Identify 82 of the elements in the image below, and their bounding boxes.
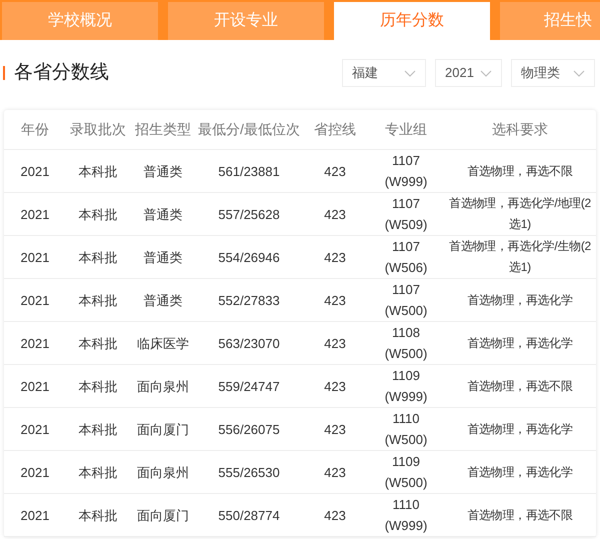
table-cell-text: 552/27833	[217, 292, 281, 310]
table-cell-text: 首选物理，再选不限	[466, 378, 574, 394]
tab[interactable]: 历年分数	[334, 2, 490, 40]
table-cell-text: 555/26530	[217, 464, 281, 482]
column-header: 年份	[20, 120, 50, 139]
table-cell-text: 2021	[20, 420, 50, 438]
table-cell-text: 首选物理，再选化学/生物(2选1)	[448, 238, 592, 276]
dropdown[interactable]: 福建	[342, 59, 426, 87]
table-cell-text: 1107 (W999)	[384, 152, 428, 191]
table-cell-text: 1110 (W500)	[384, 410, 428, 449]
tab[interactable]: 招生快	[500, 2, 600, 40]
table-cell-text: 本科批	[78, 248, 118, 266]
table-cell-text: 2021	[20, 206, 50, 224]
column-header: 最低分/最低位次	[197, 120, 301, 139]
table-cell-text: 561/23881	[217, 162, 281, 180]
table-cell-text: 423	[323, 248, 347, 266]
tab[interactable]: 学校概况	[2, 2, 158, 40]
accent-bar	[3, 66, 5, 80]
dropdown[interactable]: 物理类	[511, 59, 595, 87]
table-cell-text: 1107 (W506)	[384, 238, 428, 277]
column-header: 专业组	[384, 120, 428, 139]
table-cell-text: 1107 (W500)	[384, 281, 428, 320]
table-cell-text: 563/23070	[217, 334, 281, 352]
table-cell-text: 2021	[20, 378, 50, 396]
table-cell-text: 1110 (W999)	[384, 496, 428, 535]
table-cell-text: 本科批	[78, 162, 118, 180]
chevron-down-icon	[480, 70, 492, 76]
table-cell-text: 首选物理，再选化学/地理(2选1)	[448, 195, 592, 233]
table-cell-text: 550/28774	[217, 506, 281, 524]
table-cell-text: 1107 (W509)	[384, 195, 428, 234]
chevron-down-icon	[573, 70, 585, 76]
table-cell-text: 556/26075	[217, 420, 281, 438]
table-cell-text: 首选物理，再选化学	[466, 420, 574, 438]
table-cell-text: 2021	[20, 248, 50, 266]
table-cell-text: 本科批	[78, 420, 118, 438]
table-cell-text: 557/25628	[217, 206, 281, 224]
table-cell-text: 临床医学	[136, 334, 190, 352]
section-title: 各省分数线	[14, 60, 109, 85]
table-cell-text: 首选物理，再选不限	[466, 506, 574, 524]
table-cell-text: 普通类	[142, 206, 184, 224]
table-cell-text: 423	[323, 334, 347, 352]
table-cell-text: 423	[323, 464, 347, 482]
table-cell-text: 本科批	[78, 206, 118, 224]
table-cell-text: 423	[323, 206, 347, 224]
column-header: 选科要求	[491, 120, 549, 139]
table-cell-text: 554/26946	[217, 248, 281, 266]
column-header: 录取批次	[69, 120, 127, 139]
chevron-down-icon	[404, 70, 416, 76]
table-cell-text: 2021	[20, 506, 50, 524]
table-cell-text: 面向泉州	[136, 464, 190, 482]
dropdown[interactable]: 2021	[435, 59, 502, 87]
table-cell-text: 普通类	[142, 292, 184, 310]
table-cell-text: 1108 (W500)	[384, 324, 428, 363]
table-cell-text: 首选物理，再选化学	[466, 292, 574, 308]
table-cell-text: 423	[323, 420, 347, 438]
table-cell-text: 面向厦门	[136, 420, 190, 438]
table-cell-text: 普通类	[142, 162, 184, 180]
table-cell-text: 423	[323, 162, 347, 180]
table-cell-text: 1109 (W999)	[384, 367, 428, 406]
table-cell-text: 2021	[20, 162, 50, 180]
column-header: 招生类型	[134, 120, 192, 139]
table-cell-text: 423	[323, 292, 347, 310]
tab[interactable]: 开设专业	[168, 2, 324, 40]
table-cell-text: 首选物理，再选化学	[466, 334, 574, 352]
table-cell-text: 2021	[20, 334, 50, 352]
table-cell-text: 1109 (W500)	[384, 453, 428, 492]
table-cell-text: 423	[323, 506, 347, 524]
table-cell-text: 本科批	[78, 378, 118, 396]
table-cell-text: 2021	[20, 292, 50, 310]
table-cell-text: 普通类	[142, 248, 184, 266]
table-cell-text: 423	[323, 378, 347, 396]
table-cell-text: 本科批	[78, 334, 118, 352]
table-cell-text: 首选物理，再选不限	[466, 162, 574, 180]
table-cell-text: 首选物理，再选化学	[466, 464, 574, 480]
table-cell-text: 本科批	[78, 464, 118, 482]
table-cell-text: 2021	[20, 464, 50, 482]
table-cell-text: 面向泉州	[136, 378, 190, 396]
table-cell-text: 本科批	[78, 292, 118, 310]
column-header: 省控线	[313, 120, 357, 139]
table-cell-text: 本科批	[78, 506, 118, 524]
table-cell-text: 面向厦门	[136, 506, 190, 524]
table-cell-text: 559/24747	[217, 378, 281, 396]
